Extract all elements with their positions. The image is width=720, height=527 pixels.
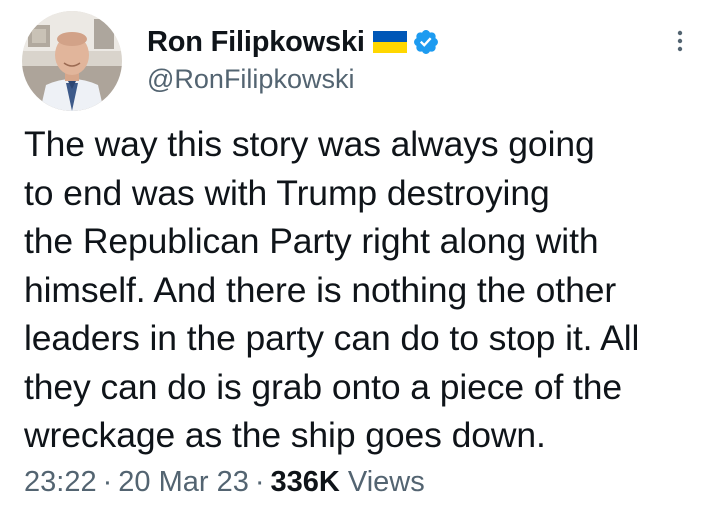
views-count[interactable]: 336K [271, 466, 340, 498]
views-label: Views [347, 466, 425, 498]
separator: · [254, 466, 265, 498]
display-name[interactable]: Ron Filipkowski [147, 26, 365, 59]
verified-badge-icon[interactable] [412, 28, 440, 56]
tweet-text-line: wreckage as the ship goes down. [24, 415, 546, 455]
tweet-text-line: leaders in the party can do to stop it. … [24, 318, 640, 358]
author-block: Ron Filipkowski @RonFilipkowski [147, 24, 440, 95]
avatar[interactable] [22, 11, 122, 111]
tweet-text-line: to end was with Trump destroying [24, 172, 550, 213]
tweet-card: Ron Filipkowski @RonFilipkowski The way … [0, 0, 720, 527]
tweet-text: The way this story was always going to e… [24, 120, 704, 460]
tweet-text-line: himself. And there is nothing the other [24, 269, 617, 310]
tweet-metadata: 23:22 · 20 Mar 23 · 336K Views [24, 466, 425, 499]
tweet-text-line: they can do is grab onto a piece of the [24, 366, 623, 407]
tweet-text-line: the Republican Party right along with [24, 221, 599, 261]
ukraine-flag-icon [372, 31, 407, 53]
separator: · [102, 466, 113, 498]
more-vertical-icon[interactable] [670, 26, 690, 56]
tweet-date[interactable]: 20 Mar 23 [118, 466, 249, 498]
author-handle[interactable]: @RonFilipkowski [147, 64, 440, 95]
tweet-time[interactable]: 23:22 [24, 466, 97, 498]
tweet-text-line: The way this story was always going [24, 124, 595, 164]
name-row: Ron Filipkowski [147, 24, 440, 60]
